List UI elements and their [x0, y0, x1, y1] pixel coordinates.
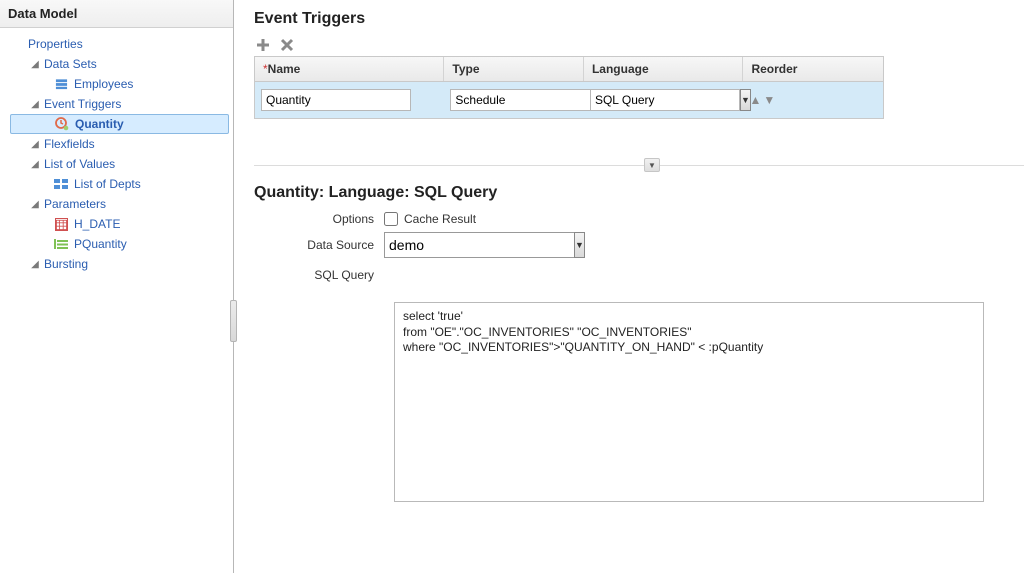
section-divider: ▼	[254, 165, 1024, 166]
chevron-down-icon[interactable]: ▼	[574, 232, 585, 258]
caret-closed-icon: ◢	[30, 139, 40, 150]
tree-label: PQuantity	[74, 237, 127, 251]
detail-title: Quantity: Language: SQL Query	[254, 184, 1024, 202]
main-panel: Event Triggers *Name Type Language Reord…	[234, 0, 1030, 573]
tree-list-of-values[interactable]: ◢ List of Values	[10, 154, 229, 174]
tree-label: Employees	[74, 77, 133, 91]
tree-label: List of Depts	[74, 177, 141, 191]
data-source-label: Data Source	[254, 238, 384, 252]
cache-result-checkbox[interactable]	[384, 212, 398, 226]
collapse-toggle[interactable]: ▼	[644, 158, 660, 172]
options-row: Options Cache Result	[254, 212, 1024, 226]
col-header-reorder: Reorder	[743, 57, 883, 81]
trigger-type-value[interactable]	[450, 89, 600, 111]
dataset-icon	[52, 78, 70, 90]
reorder-controls[interactable]: ▲▼	[749, 93, 777, 107]
param-icon	[52, 239, 70, 249]
plus-icon	[255, 37, 271, 53]
tree-label: Properties	[28, 37, 83, 51]
trigger-type-select[interactable]: ▼	[450, 89, 570, 111]
add-button[interactable]	[254, 36, 272, 54]
col-header-name-text: Name	[268, 62, 301, 76]
data-source-select[interactable]: ▼	[384, 232, 514, 258]
sql-query-label: SQL Query	[254, 268, 384, 282]
caret-open-icon: ◢	[30, 59, 40, 70]
tree-label: Quantity	[75, 117, 124, 131]
tree-employees[interactable]: Employees	[10, 74, 229, 94]
tree-label: H_DATE	[74, 217, 120, 231]
tree-label: List of Values	[44, 157, 115, 171]
tree-data-sets[interactable]: ◢ Data Sets	[10, 54, 229, 74]
toolbar	[254, 36, 1024, 54]
caret-open-icon: ◢	[30, 159, 40, 170]
tree-pquantity[interactable]: PQuantity	[10, 234, 229, 254]
cache-result-label: Cache Result	[404, 212, 476, 226]
tree-list-of-depts[interactable]: List of Depts	[10, 174, 229, 194]
tree-quantity[interactable]: Quantity	[10, 114, 229, 134]
tree-label: Parameters	[44, 197, 106, 211]
sidebar-title: Data Model	[0, 0, 233, 28]
tree: Properties ◢ Data Sets Employees ◢ Event…	[0, 28, 233, 280]
tree-properties[interactable]: Properties	[10, 34, 229, 54]
table-header-row: *Name Type Language Reorder	[255, 57, 883, 81]
section-title: Event Triggers	[254, 10, 1024, 28]
caret-open-icon: ◢	[30, 199, 40, 210]
col-header-language: Language	[584, 57, 743, 81]
trigger-language-select[interactable]: ▼	[590, 89, 730, 111]
tree-label: Data Sets	[44, 57, 97, 71]
tree-label: Flexfields	[44, 137, 95, 151]
data-source-row: Data Source ▼	[254, 232, 1024, 258]
lov-icon	[52, 178, 70, 190]
sql-query-row: SQL Query	[254, 264, 1024, 282]
tree-label: Bursting	[44, 257, 88, 271]
sql-query-textarea[interactable]	[394, 302, 984, 502]
trigger-name-input[interactable]	[261, 89, 411, 111]
tree-h-date[interactable]: H_DATE	[10, 214, 229, 234]
calendar-icon	[52, 218, 70, 231]
sidebar: Data Model Properties ◢ Data Sets Employ…	[0, 0, 234, 573]
x-icon	[279, 37, 295, 53]
tree-parameters[interactable]: ◢ Parameters	[10, 194, 229, 214]
col-header-type: Type	[444, 57, 584, 81]
caret-closed-icon: ◢	[30, 259, 40, 270]
tree-label: Event Triggers	[44, 97, 121, 111]
options-label: Options	[254, 212, 384, 226]
col-header-name: *Name	[255, 57, 444, 81]
triggers-table: *Name Type Language Reorder ▼	[254, 56, 884, 119]
tree-flexfields[interactable]: ◢ Flexfields	[10, 134, 229, 154]
tree-bursting[interactable]: ◢ Bursting	[10, 254, 229, 274]
delete-button[interactable]	[278, 36, 296, 54]
trigger-language-value[interactable]	[590, 89, 740, 111]
data-source-value[interactable]	[384, 232, 574, 258]
event-trigger-icon	[53, 117, 71, 131]
caret-open-icon: ◢	[30, 99, 40, 110]
table-row[interactable]: ▼ ▼ ▲▼	[255, 81, 883, 118]
tree-event-triggers[interactable]: ◢ Event Triggers	[10, 94, 229, 114]
